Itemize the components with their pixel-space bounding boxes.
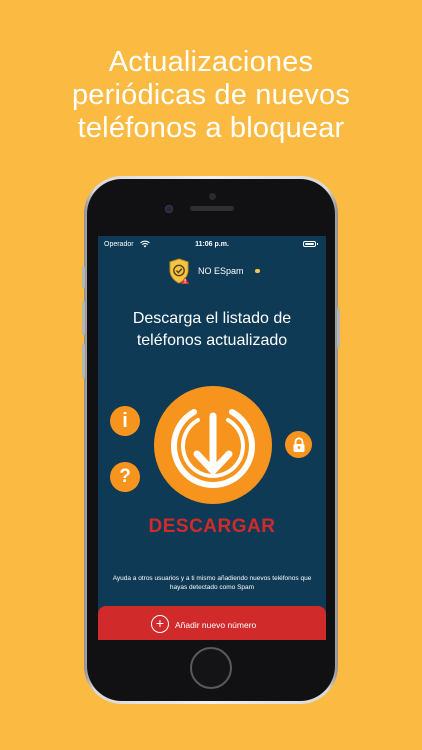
phone-volume-up <box>82 301 85 335</box>
brand-badge <box>255 269 260 273</box>
proximity-sensor <box>209 193 216 200</box>
earpiece-speaker <box>190 206 234 211</box>
phone-body: Operador 11:06 p.m. NO ESpam Descarga el… <box>87 179 335 701</box>
help-icon: ? <box>119 466 131 487</box>
add-number-label: Añadir nuevo número <box>175 620 257 630</box>
screen-title-line-2: teléfonos actualizado <box>136 332 288 349</box>
headline-line-3: teléfonos a bloquear <box>77 112 345 144</box>
lock-button[interactable] <box>285 431 312 458</box>
phone-volume-down <box>82 344 85 378</box>
phone-mute-switch <box>82 266 85 288</box>
download-label[interactable]: DESCARGAR <box>98 516 326 538</box>
status-time: 11:06 p.m. <box>195 241 229 248</box>
help-text: Ayuda a otros usuarios y a ti mismo añad… <box>112 575 312 591</box>
app-brand: NO ESpam <box>168 258 268 288</box>
shield-check-icon <box>169 258 189 284</box>
app-screen: Operador 11:06 p.m. NO ESpam Descarga el… <box>98 236 326 640</box>
status-bar: Operador 11:06 p.m. <box>98 236 326 252</box>
promo-headline: Actualizaciones periódicas de nuevos tel… <box>0 46 422 145</box>
brand-name: NO ESpam <box>198 266 244 276</box>
add-number-button[interactable]: + Añadir nuevo número <box>98 606 326 640</box>
info-icon: i <box>122 409 128 432</box>
info-button[interactable]: i <box>110 406 140 436</box>
lock-icon <box>293 436 304 452</box>
phone-frame: Operador 11:06 p.m. NO ESpam Descarga el… <box>82 176 340 704</box>
download-icon <box>171 409 255 489</box>
headline-line-2: periódicas de nuevos <box>71 79 351 111</box>
add-circle-icon: + <box>151 615 169 633</box>
help-button[interactable]: ? <box>110 462 140 492</box>
home-button[interactable] <box>190 647 232 689</box>
phone-power-button <box>337 308 340 348</box>
screen-title: Descarga el listado de teléfonos actuali… <box>98 308 326 352</box>
battery-icon <box>303 241 318 247</box>
screen-title-line-1: Descarga el listado de <box>132 310 292 327</box>
front-camera <box>165 205 173 213</box>
headline-line-1: Actualizaciones <box>108 46 314 78</box>
download-button[interactable] <box>154 386 272 504</box>
